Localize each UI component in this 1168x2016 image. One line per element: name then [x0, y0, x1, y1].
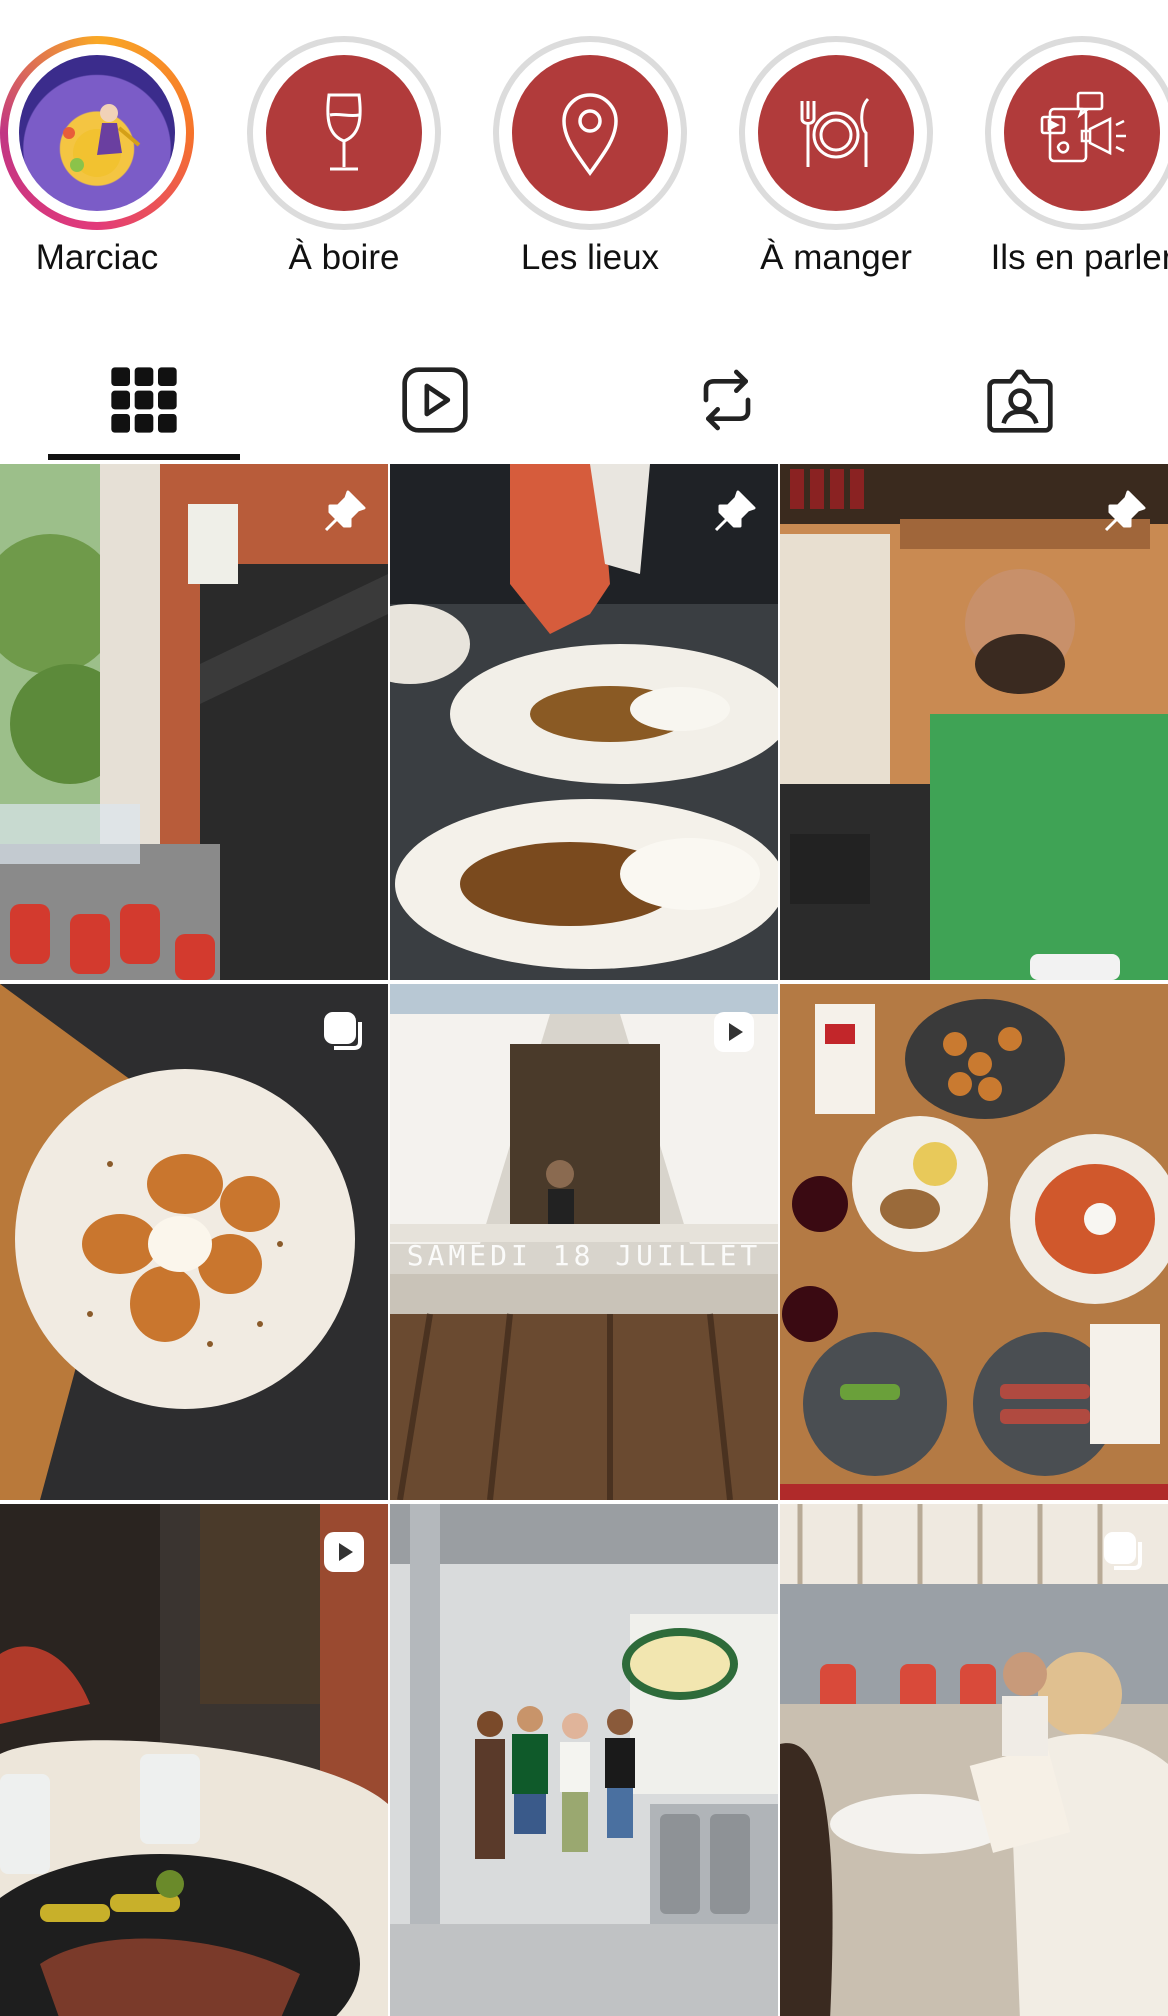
- active-tab-indicator: [48, 454, 240, 460]
- tab-reposts[interactable]: [627, 345, 827, 455]
- wine-glass-icon: [266, 55, 422, 211]
- grid-icon: [111, 367, 177, 433]
- pin-icon: [1098, 486, 1150, 538]
- post-overlay-text: SAMEDI 18 JUILLET: [406, 1239, 762, 1272]
- post-balcony-event[interactable]: SAMEDI 18 JUILLET: [390, 984, 778, 1500]
- post-steak-dinner[interactable]: [0, 1504, 388, 2016]
- pin-icon: [318, 486, 370, 538]
- highlight-label: Marciac: [35, 238, 159, 277]
- repost-icon: [703, 369, 751, 431]
- post-thumbnail: [390, 1504, 778, 2016]
- media-megaphone-icon: [1004, 55, 1160, 211]
- post-chef-plating[interactable]: [390, 464, 778, 980]
- highlight-label: À boire: [288, 238, 400, 277]
- post-table-spread[interactable]: [780, 984, 1168, 1500]
- post-terrace-diners[interactable]: [780, 1504, 1168, 2016]
- post-thumbnail: [780, 984, 1168, 1500]
- location-pin-icon: [512, 55, 668, 211]
- post-restaurant-facade[interactable]: [0, 464, 388, 980]
- highlight-label: À manger: [760, 238, 912, 277]
- highlight-label: Les lieux: [520, 238, 660, 277]
- post-thumbnail: [0, 984, 388, 1500]
- post-man-on-phone[interactable]: [780, 464, 1168, 980]
- carousel-icon: [1098, 1526, 1150, 1578]
- plate-cutlery-icon: [758, 55, 914, 211]
- tab-grid[interactable]: [44, 345, 244, 455]
- pin-icon: [708, 486, 760, 538]
- highlight-label: Ils en parler: [990, 238, 1168, 277]
- reels-icon: [402, 367, 468, 433]
- tagged-icon: [987, 369, 1053, 433]
- post-thumbnail: [780, 1504, 1168, 2016]
- jazz-illustration-icon: [19, 55, 175, 211]
- post-brewery-group[interactable]: [390, 1504, 778, 2016]
- post-dessert-plate[interactable]: [0, 984, 388, 1500]
- tab-reels[interactable]: [335, 345, 535, 455]
- tab-tagged[interactable]: [920, 345, 1120, 455]
- carousel-icon: [318, 1006, 370, 1058]
- story-highlights: Marciac À boire Les lieux À manger Ils e…: [0, 0, 1168, 300]
- post-thumbnail: [0, 464, 388, 980]
- reel-icon: [318, 1526, 370, 1578]
- post-thumbnail: [780, 464, 1168, 980]
- reel-icon: [708, 1006, 760, 1058]
- post-thumbnail: [390, 464, 778, 980]
- post-thumbnail: [0, 1504, 388, 2016]
- profile-tabs: [0, 345, 1168, 463]
